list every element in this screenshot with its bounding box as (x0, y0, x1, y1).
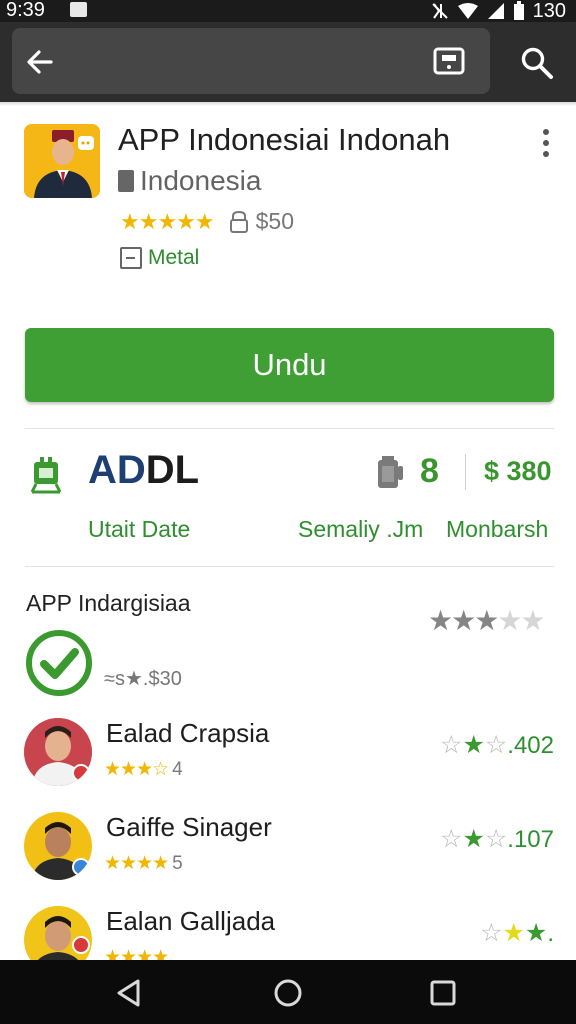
review-item[interactable]: Ealad Crapsia ★★★☆ 4 ☆★☆.402 (0, 718, 576, 808)
toolbar-shadow (0, 102, 576, 106)
reviewer-stars-count: 4 (172, 759, 183, 780)
navigation-bar (0, 960, 576, 1024)
downloads-value: ADDL (88, 448, 199, 493)
stat-label-mid: Semaliy .Jm (298, 516, 424, 542)
wifi-icon (457, 3, 478, 19)
reviewer-stars-glyphs: ★★★☆ (104, 759, 169, 780)
summary-stars-off: ★★ (497, 605, 545, 636)
review-meta: ☆★☆.402 (440, 730, 554, 760)
reviews-title: APP Indargisiaa (26, 590, 191, 616)
category-icon (120, 247, 142, 269)
review-count: . (547, 920, 554, 947)
summary-stars-on: ★★★ (428, 605, 499, 636)
status-time: 9:39 (6, 0, 45, 21)
review-item[interactable]: Gaiffe Sinager ★★★★ 5 ☆★☆.107 (0, 812, 576, 902)
category-label: Metal (148, 246, 200, 269)
app-title: APP Indonesiai Indonah (118, 122, 451, 157)
stat-label-left: Utait Date (88, 516, 191, 542)
notification-icon (70, 2, 87, 17)
reviewer-stars-glyphs: ★★★★ (104, 853, 169, 874)
reviewer-name: Ealan Galljada (106, 906, 276, 936)
reviewer-stars: ★★★★ (104, 946, 172, 960)
cell-signal-icon (487, 3, 504, 19)
battery-text: 130 (532, 0, 566, 22)
review-count: .107 (507, 826, 554, 853)
check-circle-icon (26, 630, 92, 696)
avatar-badge (72, 764, 90, 782)
developer-row[interactable]: Indonesia (118, 164, 261, 198)
battery-icon (513, 1, 524, 20)
meta-star: ☆ (440, 731, 463, 759)
reviewer-stars: ★★★☆ 4 (104, 758, 183, 781)
reviewer-stars: ★★★★ 5 (104, 852, 183, 875)
avatar (24, 718, 92, 786)
book-icon (118, 170, 134, 192)
download-icon (30, 457, 62, 494)
developer-name: Indonesia (140, 165, 262, 196)
category-row[interactable]: Metal (120, 246, 199, 270)
lock-icon (229, 210, 248, 233)
app-icon-illustration (24, 124, 100, 198)
meta-star: ☆ (440, 825, 463, 853)
summary-stars: ★★★★★ (428, 604, 546, 637)
toolbar (0, 22, 576, 102)
app-rating-stars: ★★★★★ (120, 208, 215, 234)
reviewer-name: Gaiffe Sinager (106, 812, 272, 842)
stat-number: 8 (420, 452, 439, 490)
search-icon[interactable] (520, 46, 554, 80)
stat-label-right: Monbarsh (446, 516, 549, 542)
downloads-value-suffix: DL (145, 448, 200, 492)
meta-star: ☆ (484, 825, 508, 853)
no-signal-icon (431, 3, 448, 19)
divider (25, 428, 554, 429)
avatar (24, 812, 92, 880)
size-icon (378, 456, 403, 488)
meta-star: ★ (502, 919, 525, 947)
reviewer-stars-count: 5 (172, 853, 183, 874)
nav-back-icon[interactable] (114, 978, 144, 1008)
review-count: .402 (507, 732, 554, 759)
avatar-badge (72, 858, 90, 876)
status-bar: 9:39 130 (0, 0, 576, 22)
meta-star: ★ (462, 825, 485, 853)
install-button[interactable]: Undu (25, 328, 554, 402)
reviewer-name: Ealad Crapsia (106, 718, 270, 748)
review-item[interactable]: Ealan Galljada ★★★★ ☆★★. (0, 906, 576, 960)
downloads-value-prefix: AD (88, 448, 146, 492)
overflow-menu-icon[interactable] (540, 128, 552, 158)
back-arrow-icon[interactable] (26, 48, 54, 76)
meta-star: ★ (462, 731, 485, 759)
app-icon (24, 124, 100, 198)
review-meta: ☆★☆.107 (440, 824, 554, 854)
cast-icon[interactable] (432, 46, 466, 78)
stat-price: $ 380 (484, 456, 552, 486)
review-meta: ☆★★. (480, 918, 554, 948)
meta-star: ★ (524, 919, 548, 947)
summary-count: ≈s★.$30 (104, 668, 182, 690)
avatar (24, 906, 92, 960)
meta-star: ☆ (480, 919, 503, 947)
stat-separator (465, 454, 466, 490)
divider (25, 566, 554, 567)
rating-row: ★★★★★ $50 (120, 208, 294, 235)
app-price: $50 (255, 208, 294, 234)
avatar-badge (72, 936, 90, 954)
nav-recents-icon[interactable] (428, 978, 458, 1008)
nav-home-icon[interactable] (273, 978, 303, 1008)
meta-star: ☆ (484, 731, 508, 759)
reviewer-stars-glyphs: ★★★★ (104, 947, 169, 960)
status-icons: 130 (431, 1, 566, 21)
search-box[interactable] (12, 28, 490, 94)
